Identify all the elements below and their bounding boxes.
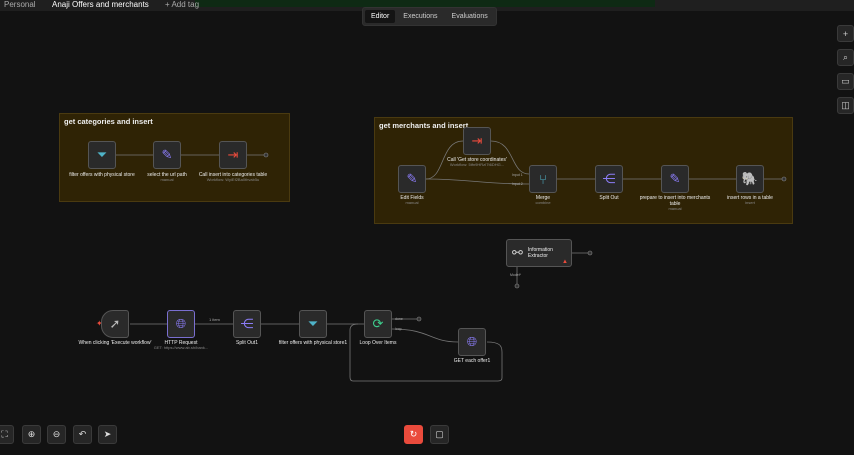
node-filter[interactable]: ⏷ xyxy=(88,141,116,169)
node-postgres-insert[interactable]: 🐘 xyxy=(736,165,764,193)
extractor-icon: ⚯ xyxy=(512,245,523,260)
node-http-request[interactable]: 🌐︎ xyxy=(167,310,195,338)
undo-button[interactable]: ↶ xyxy=(73,425,92,444)
node-edit-fields[interactable]: ✎ xyxy=(398,165,426,193)
node-manual-trigger[interactable]: ➚ xyxy=(101,310,129,338)
refresh-icon: ⟳ xyxy=(372,316,384,331)
filter-icon: ⏷ xyxy=(307,316,319,331)
node-set[interactable]: ✎ xyxy=(153,141,181,169)
sign-in-icon: ⇥ xyxy=(471,133,483,148)
pencil-icon: ✎ xyxy=(406,171,418,186)
node-filter1[interactable]: ⏷ xyxy=(299,310,327,338)
cursor-icon: ➚ xyxy=(109,316,121,331)
node-split-out1[interactable]: ⋲ xyxy=(233,310,261,338)
loop-output-loop: loop xyxy=(395,327,402,331)
connections: ✦ 1 item Input 1 Input 2 done loop Model… xyxy=(96,140,787,382)
globe-icon: 🌐︎ xyxy=(175,316,187,331)
merge-icon: ⑂ xyxy=(539,171,547,187)
node-label: Edit Fields manual xyxy=(400,195,424,205)
merge-input-1: Input 1 xyxy=(512,173,523,177)
warning-icon: ▲ xyxy=(562,259,568,265)
edge-label: 1 item xyxy=(209,317,221,322)
filter-icon: ⏷ xyxy=(96,147,108,162)
node-execute-workflow[interactable]: ⇥ xyxy=(219,141,247,169)
fit-view-button[interactable]: ⛶ xyxy=(0,425,14,444)
node-call-store-coordinates[interactable]: ⇥ xyxy=(463,127,491,155)
pencil-icon: ✎ xyxy=(161,147,173,162)
pencil-icon: ✎ xyxy=(669,171,681,186)
sign-in-icon: ⇥ xyxy=(227,147,239,162)
node-label: Call insert into categories table Workflo… xyxy=(198,172,268,182)
zoom-in-button[interactable]: ⊕ xyxy=(22,425,41,444)
node-merge[interactable]: ⑂ xyxy=(529,165,557,193)
execute-workflow-button[interactable]: ↻ xyxy=(404,425,423,444)
node-get-each-offer[interactable]: 🌐︎ xyxy=(458,328,486,356)
loop-output-done: done xyxy=(395,317,403,321)
node-prepare[interactable]: ✎ xyxy=(661,165,689,193)
node-label: insert rows in a table insert xyxy=(727,195,773,205)
node-loop-over-items[interactable]: ⟳ xyxy=(364,310,392,338)
globe-icon: 🌐︎ xyxy=(466,334,478,349)
split-icon: ⋲ xyxy=(240,316,254,331)
node-label: GET each offer1 xyxy=(453,358,491,364)
stop-button[interactable]: ▢ xyxy=(430,425,449,444)
node-split-out[interactable]: ⋲ xyxy=(595,165,623,193)
split-icon: ⋲ xyxy=(602,171,616,186)
postgres-icon: 🐘 xyxy=(741,171,759,186)
node-information-extractor[interactable]: ⚯ Information Extractor ▲ xyxy=(506,239,572,267)
cursor-tool-button[interactable]: ➤ xyxy=(98,425,117,444)
node-label: Call 'Get store coordinates' Workflow: 5t… xyxy=(447,157,507,167)
node-label: prepare to insert into merchants table ma… xyxy=(639,195,711,211)
zoom-out-button[interactable]: ⊖ xyxy=(47,425,66,444)
merge-input-2: Input 2 xyxy=(512,182,523,186)
node-label: Loop Over Items xyxy=(359,340,397,346)
model-port-label: Model* xyxy=(510,273,522,277)
